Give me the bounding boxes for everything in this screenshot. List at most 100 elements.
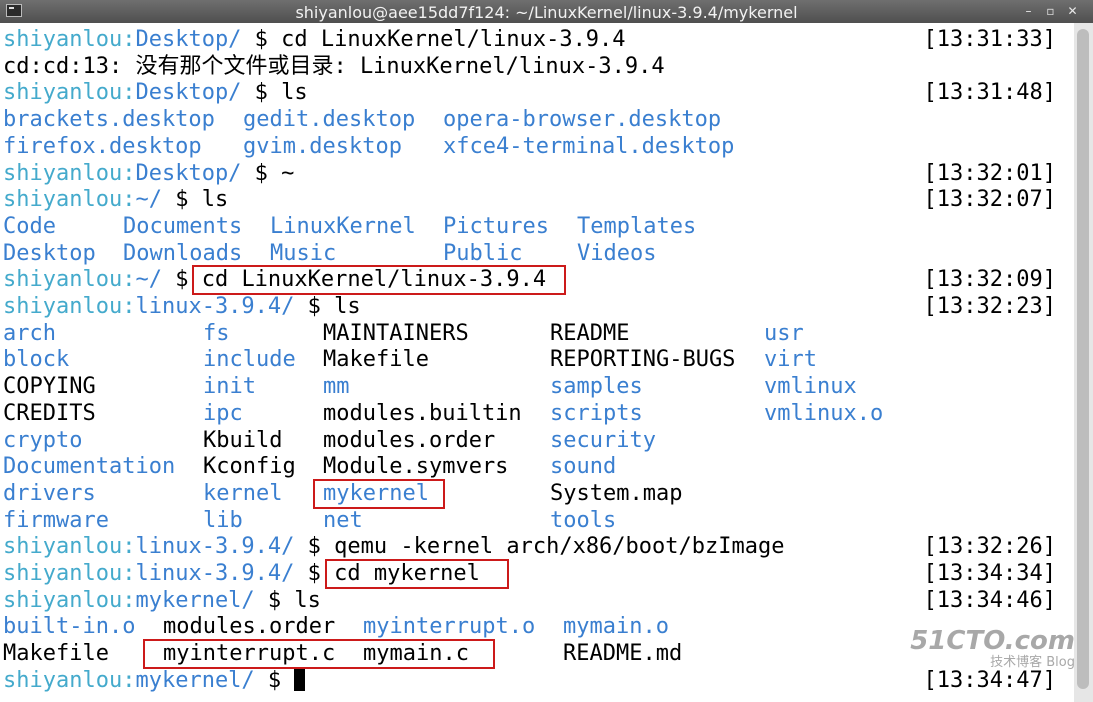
ls-entry: MAINTAINERS: [323, 320, 469, 346]
ls-entry: virt: [764, 347, 817, 373]
prompt-path: ~/: [135, 267, 162, 293]
ls-entry: REPORTING-BUGS: [550, 347, 736, 373]
ls-entry: Makefile: [323, 347, 429, 373]
prompt-command: $ ~: [241, 160, 295, 186]
prompt-timestamp: [13:31:48]: [923, 80, 1056, 106]
prompt-timestamp: [13:32:26]: [923, 534, 1056, 560]
prompt-line: shiyanlou:linux-3.9.4/ $ qemu -kernel ar…: [3, 534, 785, 560]
ls-entry: gedit.desktop: [243, 107, 416, 133]
prompt-path: linux-3.9.4/: [135, 534, 295, 560]
ls-entry: scripts: [550, 400, 643, 426]
maximize-button[interactable]: ▫: [1042, 3, 1059, 20]
prompt-path: ~/: [135, 187, 162, 213]
ls-entry: README.md: [563, 641, 683, 667]
ls-entry: modules.order: [323, 427, 496, 453]
prompt-timestamp: [13:32:23]: [923, 294, 1056, 319]
prompt-command: $: [254, 667, 295, 693]
prompt-separator: :: [122, 267, 136, 293]
ls-entry: mymain.o: [563, 614, 669, 640]
ls-entry: arch: [3, 320, 56, 346]
prompt-path: Desktop/: [135, 160, 242, 186]
prompt-user: shiyanlou: [3, 667, 123, 693]
ls-entry: brackets.desktop: [3, 107, 215, 133]
prompt-command: $ cd LinuxKernel/linux-3.9.4: [241, 27, 626, 52]
ls-entry: mm: [323, 374, 350, 400]
ls-entry: init: [203, 374, 256, 400]
ls-entry: Public: [443, 240, 523, 266]
minimize-button[interactable]: –: [1020, 3, 1037, 20]
highlight-box-cd-kernel: [192, 265, 566, 296]
ls-entry: Documents: [123, 213, 243, 239]
prompt-separator: :: [122, 294, 136, 319]
prompt-command: $ ls: [294, 294, 361, 319]
ls-entry: kernel: [203, 480, 283, 506]
prompt-line: shiyanlou:~/ $ ls: [3, 187, 228, 213]
prompt-user: shiyanlou: [3, 187, 123, 213]
ls-entry: gvim.desktop: [243, 133, 402, 159]
prompt-separator: :: [122, 80, 136, 106]
ls-entry: Music: [270, 240, 337, 266]
ls-entry: vmlinux: [764, 374, 857, 400]
ls-entry: drivers: [3, 480, 96, 506]
ls-entry: lib: [203, 507, 243, 533]
ls-entry: myinterrupt.o: [363, 614, 536, 640]
ls-entry: Desktop: [3, 240, 96, 266]
ls-entry: block: [3, 347, 70, 373]
prompt-line: shiyanlou:mykernel/ $: [3, 667, 306, 694]
prompt-separator: :: [122, 160, 136, 186]
ls-entry: tools: [550, 507, 617, 533]
ls-entry: Makefile: [3, 641, 109, 667]
prompt-user: shiyanlou: [3, 561, 123, 586]
prompt-line: shiyanlou:Desktop/ $ ls: [3, 80, 308, 106]
ls-entry: System.map: [550, 480, 683, 506]
ls-entry: ipc: [203, 400, 243, 426]
prompt-line: shiyanlou:mykernel/ $ ls: [3, 588, 321, 614]
watermark: 51CTO.com 技术博客 Blog: [910, 628, 1075, 672]
prompt-timestamp: [13:34:34]: [923, 561, 1056, 586]
highlight-box-cd-mykernel: [325, 559, 509, 589]
ls-entry: built-in.o: [3, 614, 136, 640]
ls-entry: Templates: [577, 213, 697, 239]
ls-entry: Pictures: [443, 213, 549, 239]
prompt-separator: :: [122, 187, 136, 213]
prompt-path: Desktop/: [135, 80, 242, 106]
ls-entry: firefox.desktop: [3, 133, 202, 159]
ls-entry: security: [550, 427, 656, 453]
ls-entry: sound: [550, 454, 617, 480]
ls-entry: Videos: [577, 240, 657, 266]
prompt-command: $ ls: [161, 187, 229, 213]
terminal-cursor: [294, 668, 306, 691]
window-title: shiyanlou@aee15dd7f124: ~/LinuxKernel/li…: [295, 3, 798, 22]
prompt-path: Desktop/: [135, 27, 242, 52]
ls-entry: Kbuild: [203, 427, 283, 453]
ls-entry: CREDITS: [3, 400, 96, 426]
ls-entry: opera-browser.desktop: [443, 107, 722, 133]
ls-entry: LinuxKernel: [270, 213, 416, 239]
prompt-separator: :: [122, 667, 136, 693]
ls-entry: modules.order: [163, 614, 336, 640]
scrollbar-thumb[interactable]: [1077, 29, 1089, 689]
prompt-separator: :: [122, 27, 136, 52]
close-button[interactable]: ✕: [1064, 3, 1081, 20]
ls-entry: crypto: [3, 427, 83, 453]
ls-entry: include: [203, 347, 296, 373]
prompt-timestamp: [13:31:33]: [923, 27, 1056, 52]
watermark-logo: 51CTO.com: [910, 626, 1075, 656]
ls-entry: vmlinux.o: [764, 400, 884, 426]
prompt-separator: :: [122, 534, 136, 560]
output-line: cd:cd:13: 没有那个文件或目录: LinuxKernel/linux-3…: [3, 53, 665, 79]
ls-entry: COPYING: [3, 374, 96, 400]
title-bar: shiyanlou@aee15dd7f124: ~/LinuxKernel/li…: [0, 0, 1093, 23]
ls-entry: Downloads: [123, 240, 243, 266]
prompt-timestamp: [13:32:07]: [923, 187, 1056, 213]
prompt-user: shiyanlou: [3, 294, 123, 319]
terminal-scrollbar[interactable]: [1074, 23, 1093, 702]
prompt-user: shiyanlou: [3, 267, 123, 293]
prompt-command: $ ls: [241, 80, 308, 106]
ls-entry: Code: [3, 213, 56, 239]
prompt-command: $ qemu -kernel arch/x86/boot/bzImage: [294, 534, 785, 560]
prompt-timestamp: [13:32:09]: [923, 267, 1056, 293]
terminal-output[interactable]: shiyanlou:Desktop/ $ cd LinuxKernel/linu…: [0, 23, 1074, 702]
ls-entry: modules.builtin: [323, 400, 522, 426]
ls-entry: README: [550, 320, 630, 346]
